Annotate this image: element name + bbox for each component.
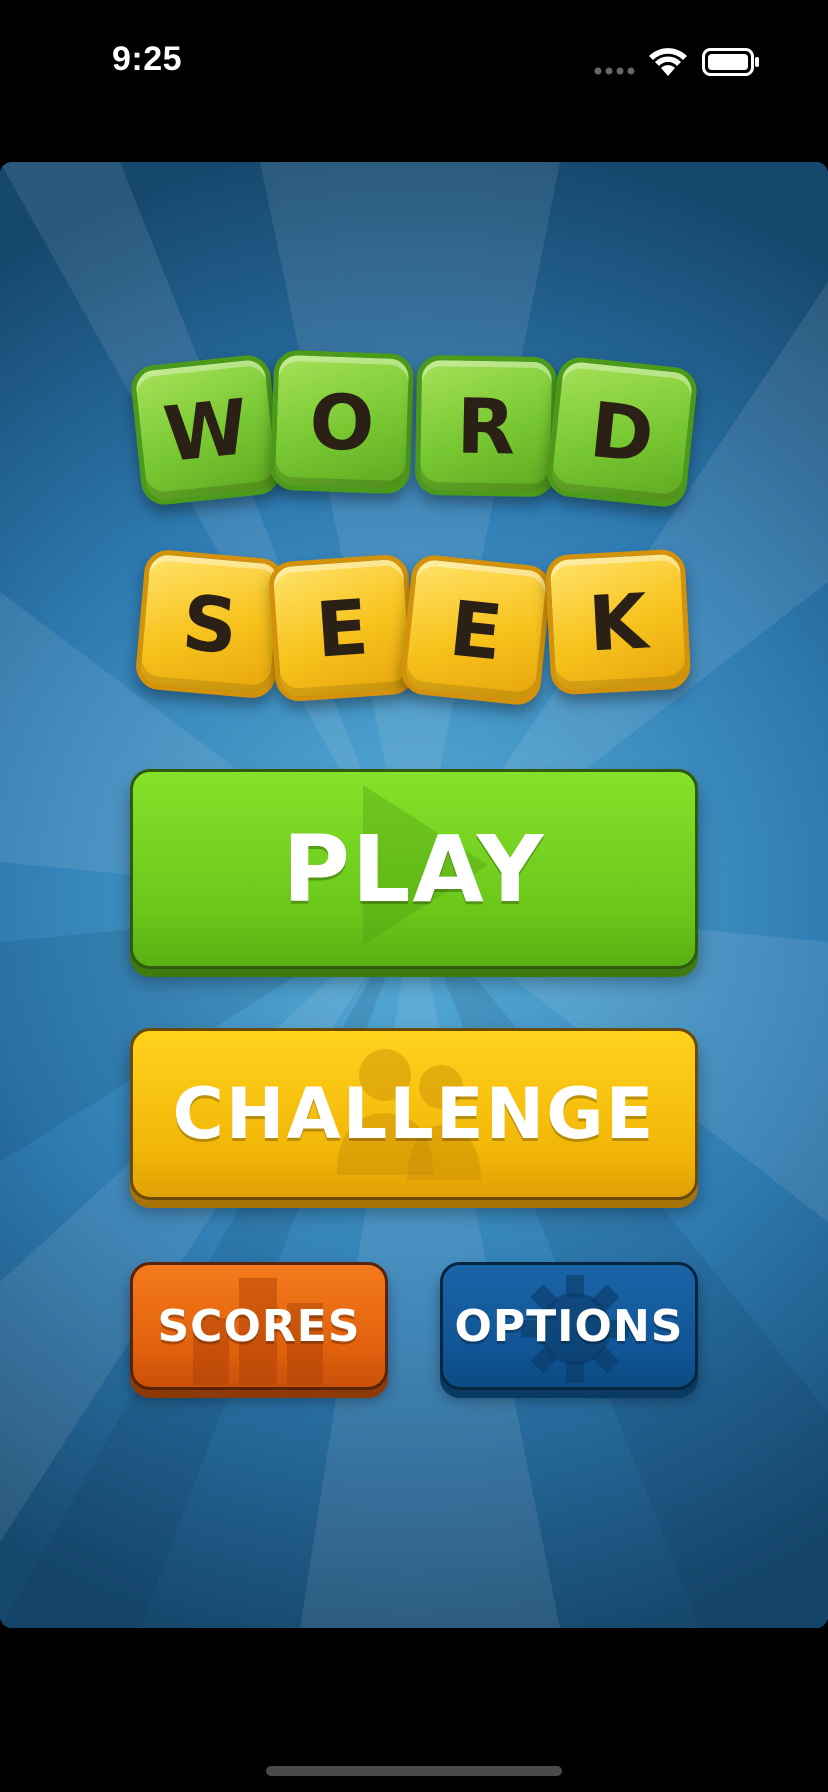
logo-tile-w: W xyxy=(129,353,283,507)
logo-letter: R xyxy=(455,380,517,472)
logo-tile-s: S xyxy=(134,548,286,700)
play-button[interactable]: PLAY xyxy=(130,769,698,969)
logo-letter: E xyxy=(312,581,371,675)
wifi-icon xyxy=(649,48,687,76)
options-button[interactable]: OPTIONS xyxy=(440,1262,698,1390)
play-button-label: PLAY xyxy=(282,815,546,923)
logo-tile-r: R xyxy=(414,354,558,498)
logo-letter: E xyxy=(445,583,507,677)
logo-letter: S xyxy=(178,577,242,671)
scores-button[interactable]: SCORES xyxy=(130,1262,388,1390)
challenge-button[interactable]: CHALLENGE xyxy=(130,1028,698,1200)
battery-icon xyxy=(702,48,759,76)
scores-button-label: SCORES xyxy=(157,1300,361,1352)
challenge-button-label: CHALLENGE xyxy=(172,1073,656,1155)
logo-tile-e1: E xyxy=(267,553,417,703)
status-bar: 9:25 xyxy=(0,0,828,120)
logo-letter: K xyxy=(586,576,650,668)
game-screen: W O R D S E E K PLAY CHALLENGE SCORES OP… xyxy=(0,162,828,1628)
options-button-label: OPTIONS xyxy=(454,1300,684,1352)
logo-tile-k: K xyxy=(544,548,692,696)
logo-tile-e2: E xyxy=(399,553,553,707)
logo-tile-d: D xyxy=(545,355,699,509)
logo-tile-o: O xyxy=(269,349,415,495)
logo-letter: D xyxy=(585,384,659,480)
logo-letter: W xyxy=(159,381,253,479)
home-indicator[interactable] xyxy=(266,1766,562,1776)
cellular-signal-icon xyxy=(594,67,635,75)
logo-letter: O xyxy=(308,376,376,468)
status-time: 9:25 xyxy=(112,40,183,78)
